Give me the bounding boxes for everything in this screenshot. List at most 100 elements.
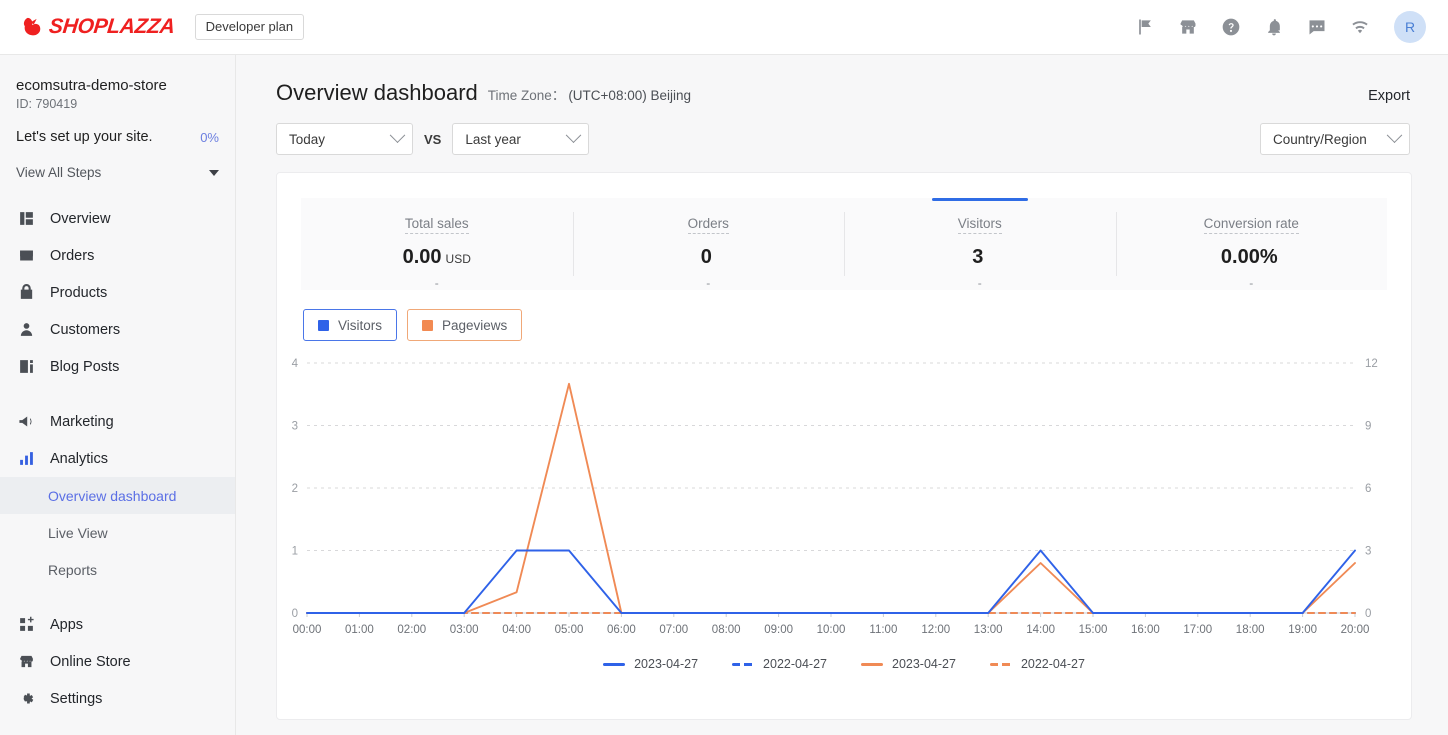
legend-item[interactable]: 2022-04-27: [732, 657, 827, 671]
visitors-pageviews-chart[interactable]: 0 1 2 3 4 0 3 6 9 12 00:00 01:00 02:00 03:00 04:00 05:0…: [277, 349, 1411, 679]
sidebar-item-apps[interactable]: Apps: [0, 606, 235, 643]
blog-posts-icon: [16, 357, 36, 377]
sidebar-item-analytics[interactable]: Analytics: [0, 440, 235, 477]
metric-unit: USD: [445, 252, 471, 266]
top-bar: SHOPLAZZA Developer plan R: [0, 0, 1448, 55]
topbar-icon-group: R: [1134, 11, 1426, 43]
sidebar-item-online-store[interactable]: Online Store: [0, 643, 235, 680]
chevron-down-icon: [389, 126, 406, 143]
toggle-pageviews[interactable]: Pageviews: [407, 309, 523, 341]
metric-delta: -: [977, 276, 982, 290]
flag-icon[interactable]: [1134, 17, 1155, 38]
sidebar-item-orders[interactable]: Orders: [0, 237, 235, 274]
svg-text:0: 0: [292, 608, 298, 620]
export-button[interactable]: Export: [1368, 88, 1410, 104]
legend-label: 2022-04-27: [763, 657, 827, 671]
brand-name: SHOPLAZZA: [47, 15, 176, 38]
metric-label: Orders: [687, 216, 729, 234]
country-region-select[interactable]: Country/Region: [1260, 123, 1410, 155]
setup-percent: 0%: [200, 129, 219, 145]
sidebar-item-overview[interactable]: Overview: [0, 200, 235, 237]
sidebar-item-reports[interactable]: Reports: [0, 551, 235, 588]
help-icon[interactable]: [1220, 17, 1241, 38]
chevron-down-icon: [209, 169, 219, 176]
sidebar-label-apps: Apps: [50, 616, 84, 633]
store-id: ID: 790419: [16, 97, 78, 111]
plan-badge[interactable]: Developer plan: [194, 14, 305, 40]
wifi-icon[interactable]: [1349, 17, 1370, 38]
overview-icon: [16, 209, 36, 229]
svg-text:9: 9: [1365, 421, 1371, 433]
sidebar-item-marketing[interactable]: Marketing: [0, 403, 235, 440]
sidebar-item-live-view[interactable]: Live View: [0, 514, 235, 551]
svg-text:0: 0: [1365, 608, 1371, 620]
svg-text:05:00: 05:00: [555, 624, 584, 636]
metrics-row: Total sales 0.00 USD - Orders 0 - Visito…: [301, 198, 1387, 290]
metric-value-wrap: 3: [972, 246, 987, 269]
series-toggle-group: Visitors Pageviews: [303, 309, 1411, 341]
sidebar-label-orders: Orders: [50, 247, 95, 264]
sidebar-nav: Overview Orders Products Customers Blog …: [0, 200, 235, 717]
page-header: Overview dashboard Time Zone： (UTC+08:00…: [236, 55, 1448, 106]
orders-icon: [16, 246, 36, 266]
vs-label: VS: [424, 131, 442, 147]
svg-text:16:00: 16:00: [1131, 624, 1160, 636]
svg-text:18:00: 18:00: [1236, 624, 1265, 636]
metric-label: Conversion rate: [1203, 216, 1299, 234]
svg-text:20:00: 20:00: [1341, 624, 1370, 636]
sidebar-label-live-view: Live View: [48, 524, 108, 541]
metric-value: 0.00: [402, 246, 442, 268]
swatch-pageviews-icon: [422, 319, 434, 331]
metric-value: 3: [972, 246, 984, 268]
sidebar-label-customers: Customers: [50, 321, 121, 338]
legend-swatch-icon: [732, 662, 755, 666]
sidebar-item-customers[interactable]: Customers: [0, 311, 235, 348]
chevron-down-icon: [566, 126, 582, 143]
sidebar-label-analytics: Analytics: [50, 450, 109, 467]
brand-logo[interactable]: SHOPLAZZA: [22, 15, 176, 39]
timezone-value: (UTC+08:00) Beijing: [568, 88, 691, 103]
chat-icon[interactable]: [1306, 17, 1327, 38]
legend-item[interactable]: 2023-04-27: [603, 657, 698, 671]
metric-conversion-rate[interactable]: Conversion rate 0.00% -: [1115, 198, 1388, 290]
nav-divider-2: [0, 588, 235, 606]
svg-text:17:00: 17:00: [1183, 624, 1212, 636]
toggle-visitors[interactable]: Visitors: [303, 309, 398, 341]
filter-bar: Today VS Last year Country/Region: [236, 106, 1448, 155]
sidebar-item-settings[interactable]: Settings: [0, 680, 235, 717]
svg-text:07:00: 07:00: [659, 624, 688, 636]
bell-icon[interactable]: [1263, 17, 1284, 38]
svg-text:03:00: 03:00: [450, 624, 479, 636]
legend-item[interactable]: 2022-04-27: [989, 657, 1085, 671]
metric-value: 0.00%: [1220, 246, 1278, 268]
store-name: ecomsutra-demo-store: [16, 77, 167, 94]
marketing-icon: [16, 412, 36, 432]
sidebar-item-overview-dashboard[interactable]: Overview dashboard: [0, 477, 235, 514]
svg-text:19:00: 19:00: [1288, 624, 1317, 636]
sidebar: ecomsutra-demo-store ID: 790419 Let's se…: [0, 55, 236, 735]
sidebar-item-products[interactable]: Products: [0, 274, 235, 311]
svg-text:00:00: 00:00: [293, 624, 322, 636]
setup-progress-row[interactable]: Let's set up your site. 0%: [16, 129, 219, 145]
svg-text:06:00: 06:00: [607, 624, 636, 636]
store-icon[interactable]: [1177, 17, 1198, 38]
metric-delta: -: [434, 276, 439, 290]
date-range-select[interactable]: Today: [276, 123, 413, 155]
metric-orders[interactable]: Orders 0 -: [572, 198, 845, 290]
legend-item[interactable]: 2023-04-27: [861, 657, 956, 671]
svg-text:4: 4: [292, 358, 299, 370]
metric-visitors[interactable]: Visitors 3 -: [844, 198, 1116, 290]
svg-text:02:00: 02:00: [397, 624, 426, 636]
sidebar-label-reports: Reports: [48, 561, 98, 578]
sidebar-item-blog-posts[interactable]: Blog Posts: [0, 348, 235, 385]
view-all-steps-toggle[interactable]: View All Steps: [16, 165, 219, 180]
svg-text:08:00: 08:00: [712, 624, 741, 636]
metric-total-sales[interactable]: Total sales 0.00 USD -: [301, 198, 573, 290]
compare-range-select[interactable]: Last year: [452, 123, 590, 155]
metric-value-wrap: 0.00%: [1221, 246, 1282, 269]
online-store-icon: [16, 652, 36, 672]
svg-text:3: 3: [292, 421, 298, 433]
sidebar-label-settings: Settings: [50, 690, 103, 707]
user-avatar[interactable]: R: [1394, 11, 1426, 43]
dashboard-card: Total sales 0.00 USD - Orders 0 - Visito…: [276, 172, 1412, 720]
